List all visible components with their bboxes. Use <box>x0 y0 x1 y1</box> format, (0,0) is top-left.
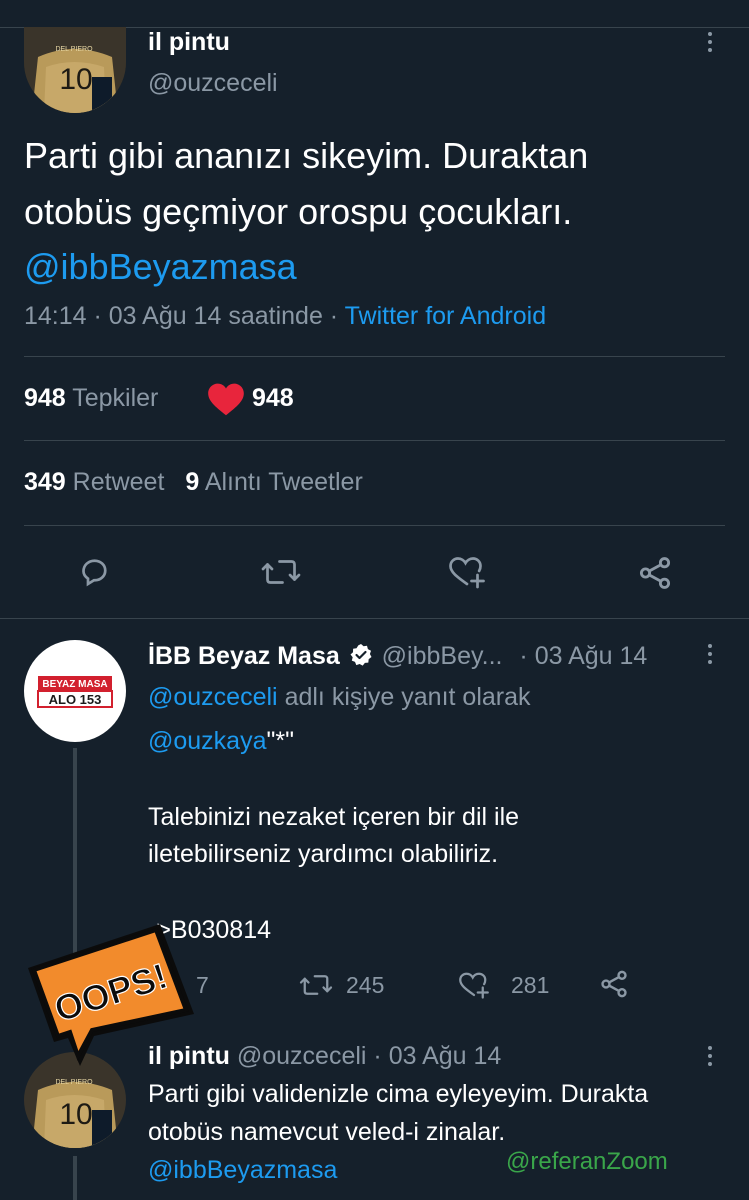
reply-text-line2: Talebinizi nezaket içeren bir dil ile <box>148 803 520 831</box>
avatar-number: 10 <box>59 63 92 96</box>
like-icon[interactable] <box>457 970 491 1000</box>
reply-to-label: adlı kişiye yanıt olarak <box>284 683 531 711</box>
divider <box>24 440 725 441</box>
reply-like-count[interactable]: 281 <box>511 972 549 999</box>
reply-text-line3: iletebilirseniz yardımcı olabiliriz. <box>148 840 499 868</box>
third-text-line2: otobüs namevcut veled-i zinalar. <box>148 1118 506 1146</box>
quote-label[interactable]: Alıntı Tweetler <box>205 468 363 496</box>
reply-author-handle[interactable]: @ibbBey... <box>382 642 503 670</box>
logo-top-text: BEYAZ MASA <box>42 679 107 690</box>
main-tweet-timestamp[interactable]: 14:14 · 03 Ağu 14 saatinde · <box>24 302 338 330</box>
reply-date[interactable]: · 03 Ağu 14 <box>519 642 647 670</box>
third-mention[interactable]: @ibbBeyazmasa <box>148 1156 337 1185</box>
retweet-icon[interactable] <box>297 970 335 1000</box>
main-avatar[interactable]: 10 DEL PIERO <box>24 27 126 113</box>
more-icon[interactable] <box>708 644 714 668</box>
more-icon[interactable] <box>708 32 714 56</box>
main-author-name[interactable]: il pintu <box>148 28 230 57</box>
avatar-jersey-text: DEL PIERO <box>55 1079 93 1086</box>
reply-line1-rest: "*" <box>266 727 294 755</box>
quote-count[interactable]: 9 <box>185 468 199 496</box>
likes-count[interactable]: 948 <box>252 384 294 413</box>
share-icon[interactable] <box>636 554 674 592</box>
main-tweet-mention[interactable]: @ibbBeyazmasa <box>24 246 297 288</box>
oops-sticker: OOPS! <box>10 910 200 1070</box>
reply-retweet-count[interactable]: 245 <box>346 972 384 999</box>
third-meta[interactable]: @ouzceceli · 03 Ağu 14 <box>237 1042 501 1070</box>
retweet-count[interactable]: 349 <box>24 468 66 496</box>
logo-bottom-text: ALO 153 <box>49 692 102 707</box>
divider <box>24 356 725 357</box>
retweet-icon[interactable] <box>260 554 302 590</box>
main-tweet-text-line1: Parti gibi ananızı sikeyim. Duraktan <box>24 135 589 176</box>
reply-line1-mention[interactable]: @ouzkaya <box>148 727 267 755</box>
reactions-label[interactable]: Tepkiler <box>72 384 158 412</box>
reply-to-handle[interactable]: @ouzceceli <box>148 683 278 711</box>
reply-icon[interactable] <box>76 554 112 590</box>
main-author-handle[interactable]: @ouzceceli <box>148 69 278 98</box>
main-tweet-source[interactable]: Twitter for Android <box>345 302 546 330</box>
ibb-avatar[interactable]: BEYAZ MASA ALO 153 <box>24 640 126 742</box>
avatar-jersey-text: DEL PIERO <box>55 46 93 53</box>
main-tweet-text-line2: otobüs geçmiyor orospu çocukları. <box>24 191 573 232</box>
thread-line <box>73 1156 77 1200</box>
third-text-line1: Parti gibi validenizle cima eyleyeyim. D… <box>148 1080 649 1108</box>
verified-icon <box>349 643 373 667</box>
more-icon[interactable] <box>708 1046 714 1070</box>
divider <box>24 525 725 526</box>
share-icon[interactable] <box>598 968 630 1000</box>
like-icon[interactable] <box>447 554 487 590</box>
divider <box>0 618 749 619</box>
retweet-label[interactable]: Retweet <box>73 468 165 496</box>
heart-icon <box>206 382 246 416</box>
reactions-count[interactable]: 948 <box>24 384 66 412</box>
reply-author-name[interactable]: İBB Beyaz Masa <box>148 642 340 670</box>
avatar-number: 10 <box>59 1098 92 1131</box>
watermark: @referanZoom <box>506 1148 668 1175</box>
